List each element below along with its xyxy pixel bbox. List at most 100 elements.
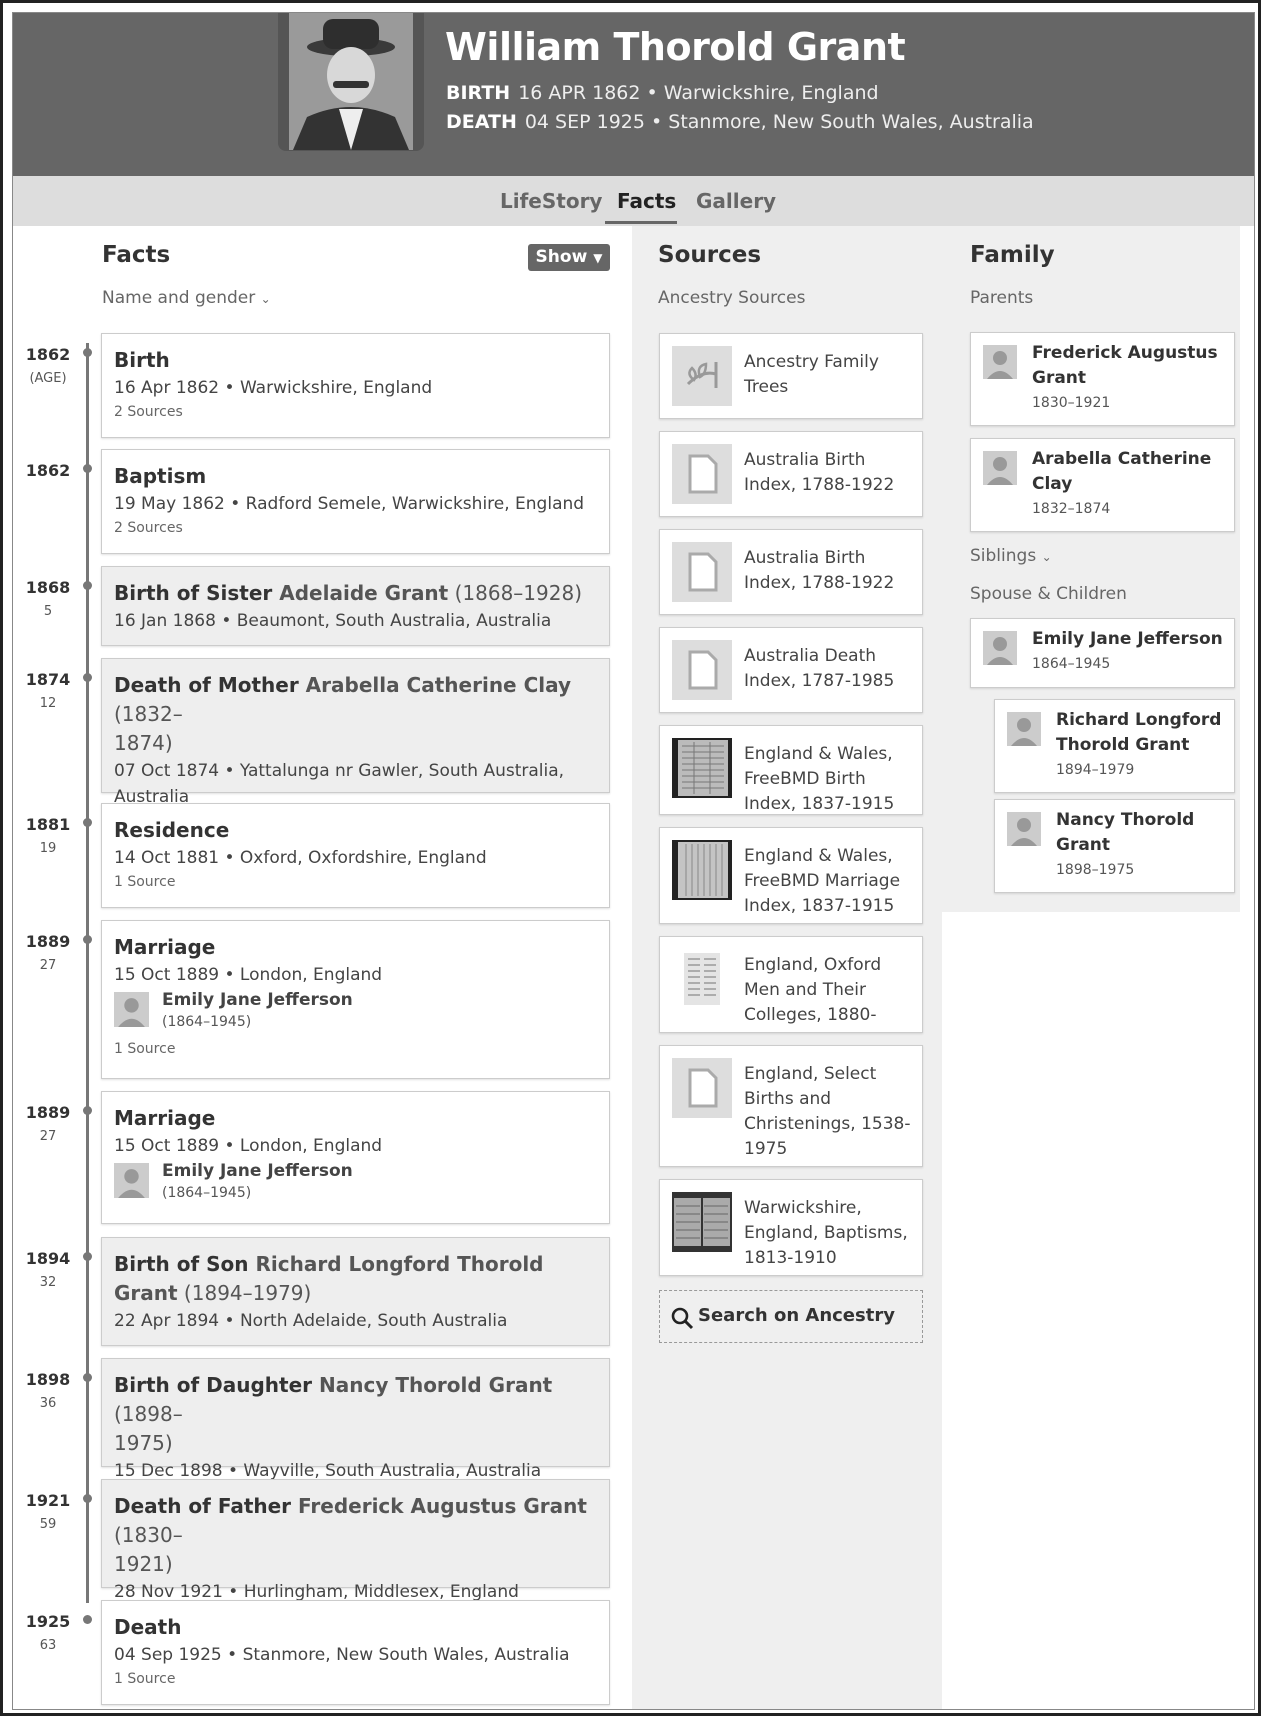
- family-member-dates: 1830–1921: [1032, 395, 1111, 411]
- chevron-down-icon: ⌄: [260, 292, 271, 306]
- timeline-year: 1921: [25, 1491, 71, 1510]
- relative-dates: (1868–1928): [448, 581, 582, 605]
- fact-card-marriage[interactable]: Marriage 15 Oct 1889 • London, England E…: [101, 1091, 610, 1224]
- fact-card-father-death[interactable]: Death of Father Frederick Augustus Grant…: [101, 1479, 610, 1602]
- fact-card-son-birth[interactable]: Birth of Son Richard Longford Thorold Gr…: [101, 1237, 610, 1346]
- family-card-child[interactable]: Nancy Thorold Grant 1898–1975: [994, 799, 1235, 893]
- family-card-spouse[interactable]: Emily Jane Jefferson 1864–1945: [970, 618, 1235, 688]
- source-card[interactable]: Warwickshire, England, Baptisms, 1813-1910: [659, 1179, 923, 1276]
- fact-title: Death of Father Frederick Augustus Grant…: [114, 1492, 597, 1550]
- fact-title-prefix: Death of Mother: [114, 673, 306, 697]
- relative-dates-cont: 1921): [114, 1552, 173, 1576]
- timeline-age: (AGE): [29, 371, 67, 386]
- book-page-icon: [672, 949, 732, 1009]
- timeline-age: 19: [39, 841, 57, 856]
- fact-detail: 15 Oct 1889 • London, England: [114, 1136, 383, 1156]
- timeline-year: 1874: [25, 670, 71, 689]
- timeline-year: 1898: [25, 1370, 71, 1389]
- relative-name-link[interactable]: Arabella Catherine Clay: [306, 673, 571, 697]
- source-card[interactable]: England, Oxford Men and Their Colleges, 18…: [659, 936, 923, 1033]
- fact-card-death[interactable]: Death 04 Sep 1925 • Stanmore, New South …: [101, 1600, 610, 1705]
- source-title: England, Select Births and Christenings, 1…: [744, 1062, 916, 1162]
- source-title-line: Births and: [744, 1089, 832, 1109]
- source-card[interactable]: England & Wales, FreeBMD Birth Index, 1837…: [659, 725, 923, 815]
- fact-title: Baptism: [114, 464, 207, 488]
- fact-card-baptism[interactable]: Baptism 19 May 1862 • Radford Semele, Wa…: [101, 449, 610, 554]
- show-button[interactable]: Show ▼: [528, 244, 610, 271]
- family-member-name: Nancy Thorold Grant: [1056, 808, 1231, 858]
- relative-name-link[interactable]: Nancy Thorold Grant: [319, 1373, 552, 1397]
- relative-dates: (1830–: [114, 1523, 183, 1547]
- tab-facts[interactable]: Facts: [617, 189, 676, 213]
- spouse-link[interactable]: Emily Jane Jefferson (1864–1945): [114, 988, 597, 1038]
- avatar-icon: [114, 992, 149, 1027]
- avatar-icon: [983, 631, 1017, 665]
- family-card-mother[interactable]: Arabella Catherine Clay 1832–1874: [970, 438, 1235, 532]
- name-line: Clay: [1032, 474, 1073, 494]
- document-icon: [672, 640, 732, 700]
- search-icon: [670, 1306, 694, 1334]
- fact-card-marriage[interactable]: Marriage 15 Oct 1889 • London, England E…: [101, 920, 610, 1079]
- register-image-icon: [672, 1192, 732, 1252]
- source-title-line: England & Wales,: [744, 846, 893, 866]
- relative-name-link[interactable]: Frederick Augustus Grant: [298, 1494, 587, 1518]
- source-title-line: Index, 1837-1915: [744, 896, 895, 916]
- fact-card-mother-death[interactable]: Death of Mother Arabella Catherine Clay …: [101, 658, 610, 807]
- leaf-icon: [672, 346, 732, 406]
- search-on-ancestry-button[interactable]: Search on Ancestry: [659, 1290, 923, 1343]
- document-icon: [672, 542, 732, 602]
- fact-detail: 15 Oct 1889 • London, England: [114, 965, 383, 985]
- avatar-icon: [983, 345, 1017, 379]
- fact-sources-link[interactable]: 1 Source: [114, 1038, 597, 1060]
- fact-sources-link[interactable]: 1 Source: [114, 871, 597, 893]
- birth-value: 16 APR 1862 • Warwickshire, England: [518, 82, 879, 104]
- relative-name-link[interactable]: Grant: [114, 1281, 178, 1305]
- record-image-icon: [672, 738, 732, 798]
- family-member-name: Richard Longford Thorold Grant: [1056, 708, 1231, 758]
- timeline-year: 1862: [25, 461, 71, 480]
- fact-card-birth[interactable]: Birth 16 Apr 1862 • Warwickshire, Englan…: [101, 333, 610, 438]
- fact-title-cont: 1921): [114, 1550, 597, 1579]
- fact-card-residence[interactable]: Residence 14 Oct 1881 • Oxford, Oxfordsh…: [101, 803, 610, 908]
- source-title-line: England, Oxford: [744, 955, 882, 975]
- siblings-toggle[interactable]: Siblings ⌄: [970, 546, 1052, 566]
- tab-gallery[interactable]: Gallery: [696, 189, 776, 213]
- spouse-link[interactable]: Emily Jane Jefferson (1864–1945): [114, 1159, 597, 1209]
- relative-name-link[interactable]: Richard Longford Thorold: [255, 1252, 543, 1276]
- source-title-line: Ancestry Family: [744, 352, 879, 372]
- tab-lifestory[interactable]: LifeStory: [500, 189, 602, 213]
- timeline-dot: [83, 1106, 92, 1115]
- fact-card-sister-birth[interactable]: Birth of Sister Adelaide Grant (1868–192…: [101, 566, 610, 646]
- fact-detail: 16 Apr 1862 • Warwickshire, England: [114, 378, 433, 398]
- fact-sources-link[interactable]: 2 Sources: [114, 517, 597, 539]
- source-title-line: England & Wales,: [744, 744, 893, 764]
- source-card[interactable]: England, Select Births and Christenings, 1…: [659, 1045, 923, 1167]
- fact-sources-link[interactable]: 1 Source: [114, 1668, 597, 1690]
- fact-detail: 16 Jan 1868 • Beaumont, South Australia,…: [114, 611, 552, 631]
- source-card[interactable]: Ancestry Family Trees: [659, 333, 923, 419]
- timeline-age: 12: [39, 696, 57, 711]
- family-card-father[interactable]: Frederick Augustus Grant 1830–1921: [970, 332, 1235, 426]
- source-card[interactable]: Australia Birth Index, 1788-1922: [659, 431, 923, 517]
- family-member-dates: 1898–1975: [1056, 862, 1135, 878]
- source-title: England & Wales, FreeBMD Marriage Index, 1…: [744, 844, 916, 919]
- death-label: DEATH: [446, 111, 517, 133]
- source-card[interactable]: Australia Death Index, 1787-1985: [659, 627, 923, 713]
- document-icon: [672, 1058, 732, 1118]
- timeline-dot: [83, 673, 92, 682]
- source-card[interactable]: Australia Birth Index, 1788-1922: [659, 529, 923, 615]
- source-title: Australia Birth Index, 1788-1922: [744, 448, 916, 498]
- relative-name-link[interactable]: Adelaide Grant: [279, 581, 448, 605]
- fact-title: Residence: [114, 818, 230, 842]
- source-title-line: FreeBMD Marriage: [744, 871, 901, 891]
- source-card[interactable]: England & Wales, FreeBMD Marriage Index, 1…: [659, 827, 923, 924]
- fact-sources-link[interactable]: 2 Sources: [114, 401, 597, 423]
- family-card-child[interactable]: Richard Longford Thorold Grant 1894–1979: [994, 699, 1235, 793]
- name-gender-filter[interactable]: Name and gender ⌄: [102, 288, 271, 308]
- fact-card-daughter-birth[interactable]: Birth of Daughter Nancy Thorold Grant (1…: [101, 1358, 610, 1481]
- profile-photo[interactable]: [278, 13, 424, 151]
- parents-label: Parents: [970, 288, 1034, 308]
- profile-tabs: LifeStory Facts Gallery: [13, 176, 1254, 226]
- relative-dates: (1894–1979): [177, 1281, 312, 1305]
- source-title-line: Australia Birth: [744, 548, 866, 568]
